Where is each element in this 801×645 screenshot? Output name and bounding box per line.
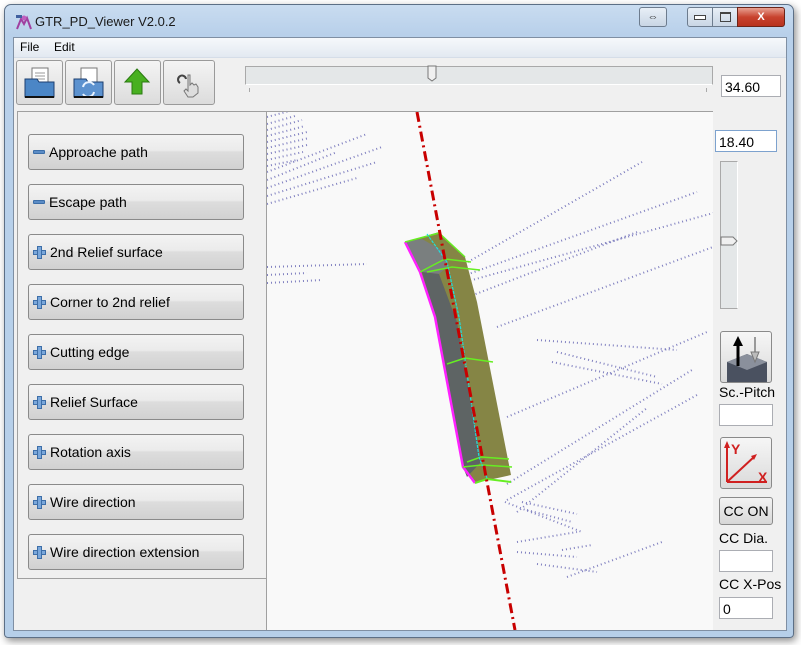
maximize-button[interactable] <box>712 7 738 27</box>
horizontal-slider-thumb[interactable] <box>427 65 437 82</box>
layer-label: Cutting edge <box>50 344 130 360</box>
hand-pointer-icon <box>177 74 199 98</box>
layer-label: Approache path <box>49 144 148 160</box>
horizontal-slider-track[interactable] <box>245 66 713 85</box>
layer-corner-to-2nd-relief-button[interactable]: Corner to 2nd relief <box>28 284 244 320</box>
horizontal-value-input[interactable]: 34.60 <box>721 75 781 97</box>
layer-label: 2nd Relief surface <box>50 244 163 260</box>
layer-label: Wire direction <box>50 494 136 510</box>
menu-file[interactable]: File <box>20 40 39 54</box>
plus-icon <box>33 495 46 509</box>
minus-icon <box>33 150 45 154</box>
3d-viewport[interactable] <box>266 111 713 630</box>
layer-label: Corner to 2nd relief <box>50 294 170 310</box>
y-axis-label: Y <box>731 441 741 457</box>
slider-tick <box>706 88 707 92</box>
vertical-slider-thumb[interactable] <box>720 236 738 246</box>
3d-scene[interactable] <box>267 112 713 630</box>
layer-cutting-edge-button[interactable]: Cutting edge <box>28 334 244 370</box>
upload-button[interactable] <box>114 60 161 105</box>
layer-label: Rotation axis <box>50 444 131 460</box>
layer-label: Relief Surface <box>50 394 138 410</box>
restore-size-button[interactable]: ⇔ <box>639 7 667 27</box>
plus-icon <box>33 395 46 409</box>
xy-axes-icon: Y X <box>724 441 768 485</box>
layer-label: Wire direction extension <box>50 544 200 560</box>
menu-bar: File Edit <box>14 38 786 58</box>
cutting-tool-body <box>403 232 513 484</box>
minus-icon <box>33 200 45 204</box>
axes-orientation-button[interactable]: Y X <box>720 437 772 489</box>
screw-pitch-label: Sc.-Pitch <box>719 384 776 400</box>
vertical-value-input[interactable]: 18.40 <box>715 130 777 152</box>
menu-edit[interactable]: Edit <box>54 40 75 54</box>
client-area: File Edit 34.60 Approache path Escape pa… <box>13 37 787 631</box>
cc-xpos-input[interactable]: 0 <box>719 597 773 619</box>
plus-icon <box>33 295 46 309</box>
layer-label: Escape path <box>49 194 127 210</box>
plus-icon <box>33 445 46 459</box>
minimize-icon <box>694 14 706 20</box>
plus-icon <box>33 345 46 359</box>
cc-on-button[interactable]: CC ON <box>719 497 773 525</box>
plus-icon <box>33 245 46 259</box>
reload-file-button[interactable] <box>65 60 112 105</box>
screw-pitch-button[interactable] <box>720 331 772 383</box>
window-title: GTR_PD_Viewer V2.0.2 <box>35 14 176 29</box>
x-axis-label: X <box>758 469 768 485</box>
close-button[interactable]: X <box>737 7 785 27</box>
layer-approache-path-button[interactable]: Approache path <box>28 134 244 170</box>
folder-refresh-icon <box>73 67 104 98</box>
screw-pitch-input[interactable] <box>719 404 773 426</box>
wire-direction-lines <box>267 112 713 578</box>
resize-arrows-icon: ⇔ <box>647 11 659 23</box>
layer-rotation-axis-button[interactable]: Rotation axis <box>28 434 244 470</box>
screw-pitch-icon <box>727 336 767 382</box>
cc-dia-label: CC Dia. <box>719 530 769 546</box>
layer-panel: Approache path Escape path 2nd Relief su… <box>17 111 268 579</box>
minimize-button[interactable] <box>687 7 713 27</box>
layer-wire-direction-button[interactable]: Wire direction <box>28 484 244 520</box>
slider-tick <box>249 88 250 92</box>
pick-button[interactable] <box>163 60 215 105</box>
layer-escape-path-button[interactable]: Escape path <box>28 184 244 220</box>
folder-document-icon <box>24 67 55 98</box>
rotation-axis-line <box>415 112 517 630</box>
cc-dia-input[interactable] <box>719 550 773 572</box>
layer-relief-surface-button[interactable]: Relief Surface <box>28 384 244 420</box>
maximize-icon <box>719 12 731 22</box>
title-bar[interactable]: GTR_PD_Viewer V2.0.2 ⇔ X <box>5 5 793 37</box>
right-panel: 18.40 Sc.-Pitch Y X CC ON CC Dia. CC X-P… <box>712 111 786 629</box>
plus-icon <box>33 545 46 559</box>
open-file-button[interactable] <box>16 60 63 105</box>
green-up-arrow-icon <box>123 68 151 95</box>
close-icon: X <box>757 11 765 23</box>
cc-xpos-label: CC X-Pos <box>719 576 782 592</box>
layer-wire-direction-extension-button[interactable]: Wire direction extension <box>28 534 244 570</box>
layer-2nd-relief-surface-button[interactable]: 2nd Relief surface <box>28 234 244 270</box>
app-window: GTR_PD_Viewer V2.0.2 ⇔ X File Edit 34.60… <box>4 4 794 638</box>
app-icon <box>16 15 32 30</box>
